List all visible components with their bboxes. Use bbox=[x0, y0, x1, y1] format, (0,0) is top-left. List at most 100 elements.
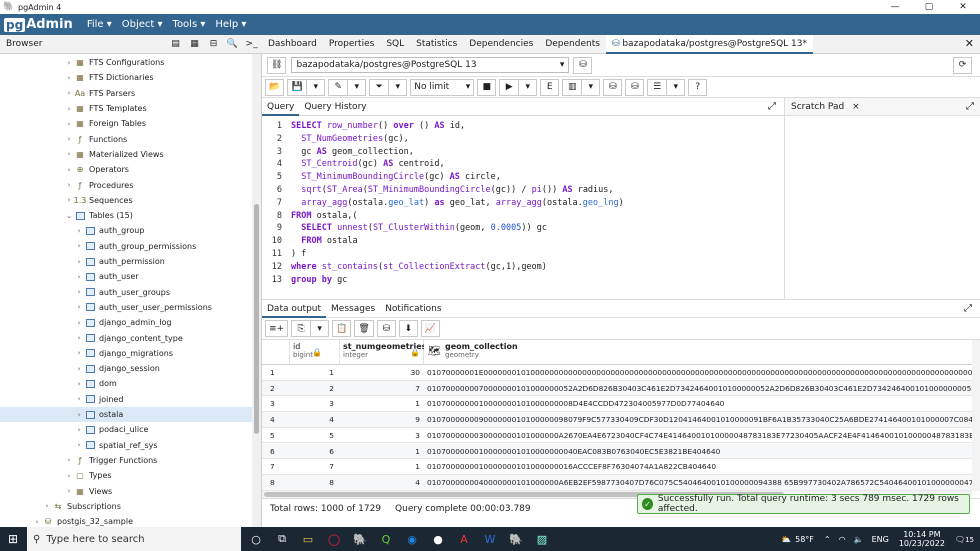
tree-item[interactable]: › auth_group_permissions bbox=[0, 239, 252, 254]
stop-icon[interactable]: ■ bbox=[477, 78, 497, 96]
tray-chevron-icon[interactable]: ⌃ bbox=[824, 535, 831, 544]
chevron-right-icon[interactable]: › bbox=[74, 411, 84, 419]
chevron-right-icon[interactable]: › bbox=[74, 273, 84, 281]
grid-cell-n[interactable]: 5 bbox=[270, 431, 275, 440]
grid-cell-n[interactable]: 7 bbox=[270, 462, 275, 471]
copy-menu-chevron-icon[interactable]: ▾ bbox=[310, 320, 330, 337]
chevron-right-icon[interactable]: › bbox=[64, 456, 74, 464]
chevron-right-icon[interactable]: › bbox=[74, 334, 84, 342]
grid-cell-n[interactable]: 1 bbox=[270, 368, 275, 377]
code-line[interactable]: gc AS geom_collection, bbox=[291, 147, 414, 157]
rollback-icon[interactable]: ⛁ bbox=[625, 78, 645, 96]
edit-menu-chevron-icon[interactable]: ▾ bbox=[347, 78, 367, 96]
save-file-icon[interactable]: 💾 bbox=[287, 78, 307, 96]
tree-item[interactable]: › auth_user_user_permissions bbox=[0, 300, 252, 315]
code-line[interactable]: ) f bbox=[291, 249, 306, 259]
table-row[interactable]: 2 2 7 0107000000070000000101000000052A2D6D8… bbox=[262, 380, 972, 397]
grid-cell-geom[interactable]: 0107000000010000000101000000008D4E4CCDD4… bbox=[427, 399, 724, 408]
notifications-icon[interactable]: 🗨15 bbox=[955, 535, 974, 544]
code-line[interactable]: where st_contains(st_CollectionExtract(g… bbox=[291, 262, 547, 272]
wifi-icon[interactable]: ◠ bbox=[839, 535, 846, 544]
grid-cell-n[interactable]: 2 bbox=[270, 384, 275, 393]
grid-cell-num[interactable]: 7 bbox=[340, 384, 420, 393]
language-indicator[interactable]: ENG bbox=[872, 535, 889, 544]
grid-cell-id[interactable]: 1 bbox=[290, 368, 334, 377]
volume-icon[interactable]: 🔈 bbox=[854, 535, 864, 544]
chevron-right-icon[interactable]: › bbox=[74, 441, 84, 449]
grid-cell-geom[interactable]: 01070000000100000001010000000040EAC083B0… bbox=[427, 447, 720, 456]
column-header-st-numgeometries[interactable]: st_numgeometries integer 🔒 bbox=[340, 340, 426, 365]
chevron-right-icon[interactable]: › bbox=[74, 288, 84, 296]
refresh-icon[interactable]: ⟳ bbox=[953, 56, 972, 74]
windows-start-icon[interactable]: ⊞ bbox=[8, 532, 18, 546]
search-icon[interactable]: 🔍 bbox=[224, 37, 241, 52]
chevron-right-icon[interactable]: › bbox=[74, 258, 84, 266]
menu-tools[interactable]: Tools ▾ bbox=[173, 19, 206, 30]
word-icon[interactable]: W bbox=[479, 527, 501, 551]
scratch-pad-close-icon[interactable]: × bbox=[852, 102, 860, 112]
code-line[interactable]: SELECT unnest(ST_ClusterWithin(geom, 0.0… bbox=[291, 223, 547, 233]
close-tab-icon[interactable]: ✕ bbox=[965, 37, 974, 50]
chevron-right-icon[interactable]: › bbox=[64, 472, 74, 480]
chevron-right-icon[interactable]: › bbox=[64, 196, 74, 204]
grid-cell-geom[interactable]: 0107000000010000000101000000016ACCCEF8F7… bbox=[427, 462, 716, 471]
chevron-right-icon[interactable]: › bbox=[74, 319, 84, 327]
table-row[interactable]: 6 6 1 01070000000100000001010000000040EAC08… bbox=[262, 443, 972, 460]
tab-statistics[interactable]: Statistics bbox=[410, 35, 463, 54]
tab-messages[interactable]: Messages bbox=[326, 300, 380, 318]
tab-dependents[interactable]: Dependents bbox=[539, 35, 606, 54]
cortana-icon[interactable]: ○ bbox=[245, 527, 267, 551]
grid-cell-id[interactable]: 5 bbox=[290, 431, 334, 440]
opera-icon[interactable]: ◯ bbox=[323, 527, 345, 551]
grid-cell-id[interactable]: 6 bbox=[290, 447, 334, 456]
database-icon[interactable]: ⛁ bbox=[573, 56, 593, 74]
grid-cell-num[interactable]: 30 bbox=[340, 368, 420, 377]
grid-cell-n[interactable]: 3 bbox=[270, 399, 275, 408]
tree-item[interactable]: › ⊕ Operators bbox=[0, 162, 252, 177]
chevron-right-icon[interactable]: › bbox=[32, 518, 42, 526]
close-window-button[interactable]: ✕ bbox=[946, 0, 980, 14]
grid-cell-id[interactable]: 2 bbox=[290, 384, 334, 393]
code-line[interactable]: SELECT row_number() over () AS id, bbox=[291, 121, 465, 131]
geometry-viewer-icon[interactable]: 🗺 bbox=[428, 346, 441, 357]
table-row[interactable]: 4 4 9 010700000009000000010100000098079F9C5… bbox=[262, 412, 972, 428]
grid-cell-id[interactable]: 4 bbox=[290, 415, 334, 424]
column-header-geom-collection[interactable]: 🗺 geom_collection geometry bbox=[424, 340, 972, 365]
grid-cell-id[interactable]: 8 bbox=[290, 478, 334, 487]
explain-analyze-icon[interactable]: ▥ bbox=[562, 78, 582, 96]
filter-icon[interactable]: ⏷ bbox=[369, 78, 389, 96]
macros-menu-chevron-icon[interactable]: ▾ bbox=[666, 78, 686, 96]
open-file-icon[interactable]: 📂 bbox=[265, 78, 285, 96]
connection-select[interactable]: bazapodataka/postgres@PostgreSQL 13 ▾ bbox=[291, 57, 570, 73]
grid-cell-geom[interactable]: 0107000000030000000101000000A2670EA4E672… bbox=[427, 431, 972, 440]
expand-results-icon[interactable]: ⤢ bbox=[964, 303, 972, 314]
browser-icon[interactable]: ◉ bbox=[401, 527, 423, 551]
grid-cell-num[interactable]: 1 bbox=[340, 447, 420, 456]
code-line[interactable]: sqrt(ST_Area(ST_MinimumBoundingCircle(gc… bbox=[291, 185, 613, 195]
tab-query-tool[interactable]: ⛁ bazapodataka/postgres@PostgreSQL 13* bbox=[605, 34, 813, 54]
grid-cell-num[interactable]: 1 bbox=[340, 399, 420, 408]
scratch-pad-editor[interactable] bbox=[784, 116, 980, 299]
save-menu-chevron-icon[interactable]: ▾ bbox=[306, 78, 326, 96]
taskbar-search-box[interactable]: ⚲ Type here to search bbox=[27, 527, 241, 551]
chevron-right-icon[interactable]: › bbox=[74, 227, 84, 235]
tree-item[interactable]: › dom bbox=[0, 376, 252, 391]
browser-scrollbar[interactable] bbox=[252, 54, 261, 527]
tree-item[interactable]: › podaci_ulice bbox=[0, 422, 252, 437]
copy-icon[interactable]: ⎘ bbox=[291, 320, 311, 337]
execute-icon[interactable]: ▶ bbox=[499, 78, 519, 96]
chevron-down-icon[interactable]: ⌄ bbox=[64, 212, 74, 220]
tab-properties[interactable]: Properties bbox=[323, 35, 380, 54]
pgadmin-icon[interactable]: 🐘 bbox=[505, 527, 527, 551]
code-line[interactable]: FROM ostala bbox=[291, 236, 357, 246]
table-view-icon[interactable]: ▦ bbox=[186, 37, 203, 52]
chevron-right-icon[interactable]: › bbox=[74, 380, 84, 388]
grid-cell-geom[interactable]: 010700000009000000010100000098079F9C5773… bbox=[427, 415, 972, 424]
tree-item[interactable]: › auth_group bbox=[0, 223, 252, 238]
tab-sql[interactable]: SQL bbox=[380, 35, 410, 54]
save-data-icon[interactable]: ⛁ bbox=[376, 320, 396, 337]
tree-item[interactable]: › ⇆ Subscriptions bbox=[0, 499, 252, 514]
tree-item[interactable]: › ▢ Types bbox=[0, 468, 252, 483]
limit-select[interactable]: No limit ▾ bbox=[410, 78, 475, 96]
code-line[interactable]: FROM ostala,( bbox=[291, 211, 358, 221]
